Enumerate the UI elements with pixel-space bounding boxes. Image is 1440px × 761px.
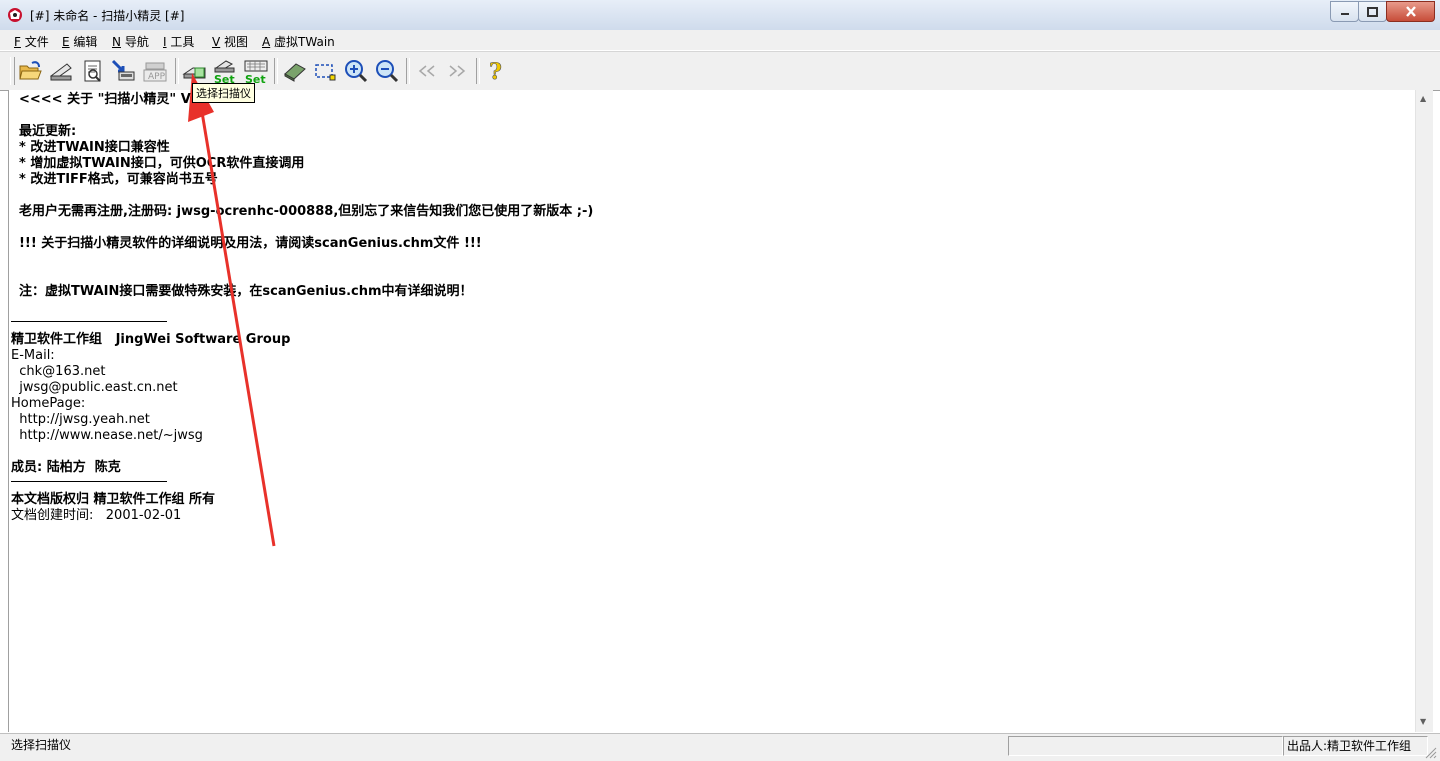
menu-virtual-twain-label: 虚拟TWain	[274, 35, 335, 49]
menu-navigate-label: 导航	[124, 35, 149, 49]
menu-file[interactable]: F 文件	[14, 33, 49, 50]
eraser-icon	[284, 63, 306, 82]
doc-update-3: * 改进TIFF格式，可兼容尚书五号	[19, 172, 218, 187]
svg-text:APP: APP	[148, 72, 166, 82]
select-scanner-icon	[182, 67, 206, 79]
doc-copyright: 本文档版权归 精卫软件工作组 所有	[11, 492, 216, 507]
doc-created: 文档创建时间: 2001-02-01	[11, 508, 182, 523]
doc-email-1: chk@163.net	[11, 364, 106, 379]
next-icon	[449, 65, 466, 77]
doc-divider	[11, 321, 167, 322]
scan-set-icon: Set	[214, 60, 235, 84]
app-button[interactable]: APP	[142, 58, 168, 84]
zoom-out-button[interactable]	[374, 58, 400, 84]
toolbar-separator	[406, 58, 410, 84]
select-scanner-button[interactable]	[181, 58, 207, 84]
maximize-button[interactable]	[1358, 1, 1387, 22]
scan-button[interactable]	[48, 58, 74, 84]
preview-button[interactable]	[80, 58, 106, 84]
menu-tools[interactable]: I 工具	[163, 33, 194, 50]
tooltip: 选择扫描仪	[192, 83, 255, 103]
scan-icon	[49, 63, 72, 81]
doc-update-2: * 增加虚拟TWAIN接口，可供OCR软件直接调用	[19, 156, 305, 171]
menu-view-key: V	[212, 35, 221, 49]
scroll-up-icon[interactable]: ▲	[1420, 94, 1426, 103]
menu-view[interactable]: V 视图	[212, 33, 248, 50]
title-bar: [#] 未命名 - 扫描小精灵 [#]	[0, 0, 1440, 31]
open-icon	[19, 61, 42, 80]
minimize-button[interactable]	[1330, 1, 1359, 22]
acquire-button[interactable]	[110, 58, 136, 84]
prev-icon	[418, 65, 435, 77]
doc-update-1: * 改进TWAIN接口兼容性	[19, 140, 170, 155]
toolbar-separator	[274, 58, 278, 84]
menu-bar: F 文件 E 编辑 N 导航 I 工具 V 视图 A 虚拟TWain	[0, 30, 1440, 50]
open-button[interactable]	[17, 58, 43, 84]
select-rect-button[interactable]	[312, 58, 338, 84]
menu-tools-label: 工具	[170, 35, 195, 49]
toolbar-separator	[476, 58, 480, 84]
menu-navigate-key: N	[112, 35, 121, 49]
doc-email-2: jwsg@public.east.cn.net	[11, 380, 178, 395]
menu-file-label: 文件	[24, 35, 49, 49]
menu-edit-label: 编辑	[73, 35, 98, 49]
menu-view-label: 视图	[224, 35, 249, 49]
acquire-icon	[111, 59, 135, 81]
keyboard-set-icon: Set	[244, 60, 268, 84]
doc-twain-note: 注：虚拟TWAIN接口需要做特殊安装，在scanGenius.chm中有详细说明…	[19, 284, 473, 299]
doc-recent-heading: 最近更新:	[19, 124, 77, 139]
menu-navigate[interactable]: N 导航	[112, 33, 149, 50]
menu-edit-key: E	[62, 35, 70, 49]
doc-homepage-2: http://www.nease.net/~jwsg	[11, 428, 203, 443]
zoom-out-icon	[376, 60, 399, 83]
scan-set-button[interactable]: Set	[212, 58, 238, 84]
doc-homepage-label: HomePage:	[11, 396, 86, 411]
app-icon: APP	[143, 62, 167, 82]
window-title: [#] 未命名 - 扫描小精灵 [#]	[30, 9, 185, 23]
close-icon	[1405, 6, 1416, 17]
menu-file-key: F	[14, 35, 21, 49]
doc-group: 精卫软件工作组 JingWei Software Group	[11, 332, 291, 347]
select-rect-icon	[315, 64, 336, 81]
menu-virtual-twain-key: A	[262, 35, 271, 49]
status-publisher: 出品人:精卫软件工作组	[1283, 736, 1428, 756]
doc-registration: 老用户无需再注册,注册码: jwsg-ocrenhc-000888,但别忘了来信…	[19, 204, 594, 219]
menu-tools-key: I	[163, 35, 167, 49]
maximize-icon	[1367, 6, 1378, 17]
menu-edit[interactable]: E 编辑	[62, 33, 97, 50]
keyboard-set-button[interactable]: Set	[243, 58, 269, 84]
doc-homepage-1: http://jwsg.yeah.net	[11, 412, 150, 427]
vertical-scrollbar[interactable]: ▲ ▼	[1415, 90, 1433, 732]
status-bar: 选择扫描仪 出品人:精卫软件工作组	[0, 733, 1440, 761]
close-button[interactable]	[1386, 1, 1435, 22]
svg-text:?: ?	[489, 59, 502, 84]
toolbar-grip[interactable]	[10, 57, 15, 85]
minimize-icon	[1340, 12, 1349, 15]
app-logo-icon	[8, 8, 22, 22]
scroll-down-icon[interactable]: ▼	[1420, 717, 1426, 726]
doc-title-start: <<<< 关于 "扫描小精灵" V	[19, 92, 191, 107]
doc-manual-note: !!! 关于扫描小精灵软件的详细说明及用法，请阅读scanGenius.chm文…	[19, 236, 482, 251]
help-button[interactable]: ?	[483, 58, 509, 84]
zoom-in-icon	[345, 60, 368, 83]
doc-members: 成员: 陆柏方 陈克	[11, 460, 121, 475]
doc-divider	[11, 481, 167, 482]
status-panel-empty	[1008, 736, 1283, 756]
resize-grip-icon[interactable]	[1424, 746, 1438, 760]
toolbar-separator	[175, 58, 179, 84]
zoom-in-button[interactable]	[343, 58, 369, 84]
document-view[interactable]: <<<< 关于 "扫描小精灵" V > 最近更新: * 改进TWAIN接口兼容性…	[8, 90, 1416, 732]
eraser-button[interactable]	[282, 58, 308, 84]
next-button[interactable]	[444, 58, 470, 84]
status-message: 选择扫描仪	[11, 738, 72, 752]
menu-virtual-twain[interactable]: A 虚拟TWain	[262, 33, 335, 50]
preview-icon	[84, 60, 101, 82]
help-icon: ?	[489, 59, 502, 84]
prev-button[interactable]	[414, 58, 440, 84]
doc-email-label: E-Mail:	[11, 348, 55, 363]
